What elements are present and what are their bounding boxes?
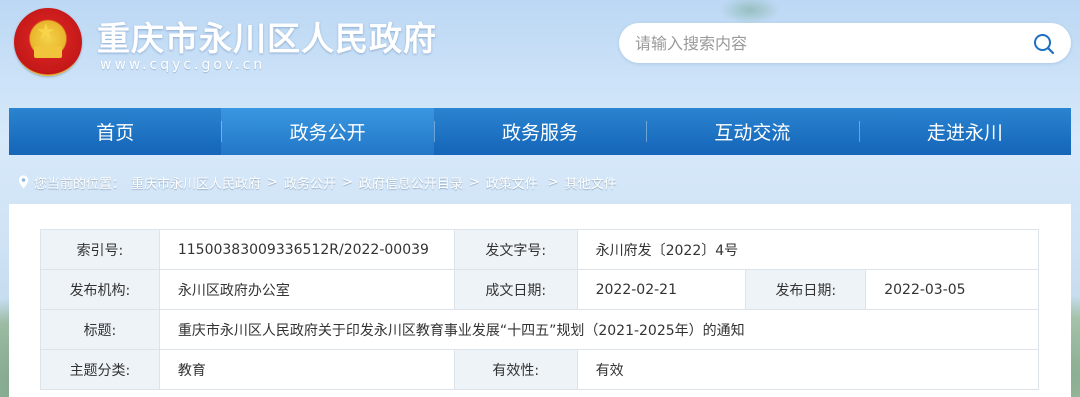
issuer-label: 发布机构: bbox=[40, 269, 160, 310]
main-nav: 首页 政务公开 政务服务 互动交流 走进永川 bbox=[9, 108, 1071, 155]
doc-number-label: 发文字号: bbox=[453, 229, 578, 270]
location-pin-icon bbox=[18, 175, 29, 189]
breadcrumb-item-other-docs[interactable]: 其他文件 bbox=[565, 173, 617, 192]
title-value: 重庆市永川区人民政府关于印发永川区教育事业发展“十四五”规划（2021-2025… bbox=[158, 309, 1040, 350]
table-row: 索引号: 11500383009336512R/2022-00039 发文字号:… bbox=[40, 229, 1040, 270]
topic-label: 主题分类: bbox=[40, 349, 160, 390]
site-title[interactable]: 重庆市永川区人民政府 bbox=[97, 12, 437, 60]
validity-label: 有效性: bbox=[453, 349, 578, 390]
emblem-star-icon: ★ bbox=[36, 20, 56, 45]
table-row: 发布机构: 永川区政府办公室 成文日期: 2022-02-21 发布日期: 20… bbox=[40, 269, 1039, 310]
search-icon[interactable] bbox=[1033, 33, 1055, 55]
validity-value: 有效 bbox=[576, 349, 1040, 390]
nav-item-home[interactable]: 首页 bbox=[9, 108, 221, 155]
doc-number-value: 永川府发〔2022〕4号 bbox=[576, 229, 1040, 270]
breadcrumb-item-government-affairs[interactable]: 政务公开 bbox=[284, 173, 336, 192]
topic-value: 教育 bbox=[158, 349, 455, 390]
created-date-value: 2022-02-21 bbox=[576, 269, 747, 310]
breadcrumb: 您当前的位置： 重庆市永川区人民政府 > 政务公开 > 政府信息公开目录 > 政… bbox=[18, 172, 617, 192]
document-metadata-table: 索引号: 11500383009336512R/2022-00039 发文字号:… bbox=[40, 229, 1040, 390]
breadcrumb-separator: > bbox=[267, 174, 278, 190]
search-box bbox=[619, 23, 1071, 63]
nav-item-government-services[interactable]: 政务服务 bbox=[433, 108, 646, 155]
index-label: 索引号: bbox=[40, 229, 160, 270]
site-header: ★ 重庆市永川区人民政府 www.cqyc.gov.cn bbox=[0, 0, 1080, 108]
breadcrumb-item-policy-docs[interactable]: 政策文件 bbox=[486, 173, 538, 192]
emblem-gate-icon bbox=[34, 46, 62, 58]
breadcrumb-separator: > bbox=[341, 174, 353, 190]
content-panel: 索引号: 11500383009336512R/2022-00039 发文字号:… bbox=[9, 204, 1071, 397]
search-input[interactable] bbox=[635, 23, 1025, 63]
nav-item-government-affairs[interactable]: 政务公开 bbox=[221, 108, 434, 155]
nav-item-interaction[interactable]: 互动交流 bbox=[646, 108, 858, 155]
national-emblem-logo: ★ bbox=[14, 8, 82, 76]
site-url: www.cqyc.gov.cn bbox=[100, 57, 266, 73]
breadcrumb-item-home[interactable]: 重庆市永川区人民政府 bbox=[131, 173, 261, 192]
table-row: 主题分类: 教育 有效性: 有效 bbox=[40, 349, 1040, 390]
title-label: 标题: bbox=[40, 309, 160, 350]
issuer-value: 永川区政府办公室 bbox=[158, 269, 455, 310]
nav-item-about-yongchuan[interactable]: 走进永川 bbox=[858, 108, 1071, 155]
breadcrumb-item-info-catalog[interactable]: 政府信息公开目录 bbox=[359, 173, 463, 192]
breadcrumb-prefix: 您当前的位置： bbox=[34, 176, 126, 192]
breadcrumb-separator: > bbox=[547, 174, 559, 190]
created-date-label: 成文日期: bbox=[453, 269, 578, 310]
table-row: 标题: 重庆市永川区人民政府关于印发永川区教育事业发展“十四五”规划（2021-… bbox=[40, 309, 1040, 350]
published-date-value: 2022-03-05 bbox=[865, 269, 1039, 310]
published-date-label: 发布日期: bbox=[745, 269, 867, 310]
breadcrumb-separator: > bbox=[468, 174, 480, 190]
index-value: 11500383009336512R/2022-00039 bbox=[158, 229, 455, 270]
